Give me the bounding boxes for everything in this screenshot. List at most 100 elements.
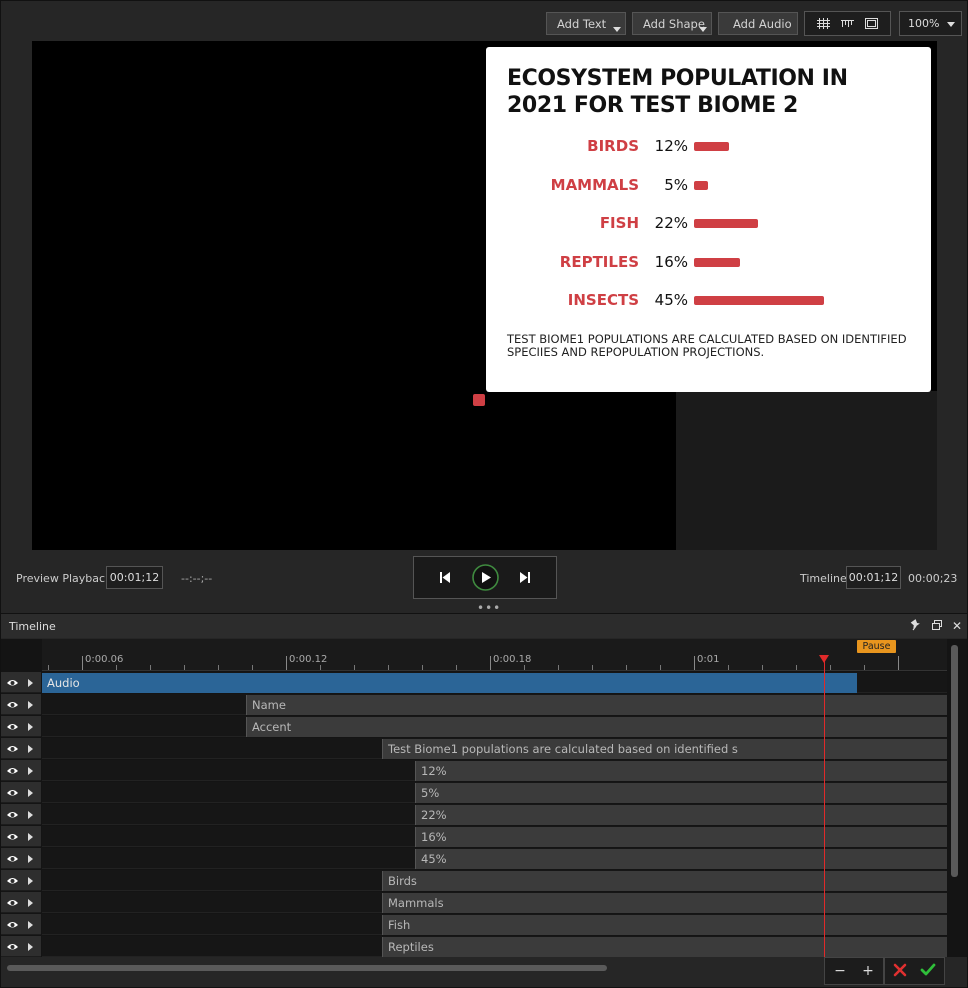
timeline-scroll-area [1,957,967,987]
row-label: REPTILES [559,253,639,271]
timeline-time-value: 00:01;12 [848,571,899,584]
timeline-track: Name [1,694,947,716]
preview-placeholder-time: --:--;-- [181,572,213,585]
track-lane: Fish [42,914,947,935]
add-audio-button[interactable]: Add Audio [718,12,798,35]
track-controls [1,760,41,781]
ruler-minor-tick [864,665,865,670]
ruler-minor-tick [150,665,151,670]
expand-arrow-icon[interactable] [28,701,33,709]
ruler-major-tick [694,656,695,670]
ruler-minor-tick [830,665,831,670]
close-icon[interactable]: ✕ [950,619,964,633]
play-icon [471,564,499,591]
track-controls [1,716,41,737]
layer-clip[interactable]: 45% [415,849,947,869]
card-row: INSECTS 45% [486,289,931,313]
layer-clip[interactable]: 22% [415,805,947,825]
selection-handle[interactable] [473,394,485,406]
row-bar [694,219,758,228]
chevron-down-icon [613,27,621,32]
skip-forward-icon [520,572,530,583]
grid-icon[interactable] [816,18,830,29]
panel-resize-handle[interactable]: ••• [477,602,501,614]
ruler-label: 0:01 [697,654,720,665]
ruler-icon[interactable] [840,19,854,28]
timeline-time-field[interactable]: 00:01;12 [846,566,901,589]
add-text-button[interactable]: Add Text [546,12,626,35]
visibility-eye-icon[interactable] [6,720,19,733]
row-percent: 45% [654,291,688,309]
timeline-duration: 00:00;23 [908,572,958,585]
ruler-label: 0:00.18 [493,654,532,665]
expand-arrow-icon[interactable] [28,723,33,731]
cancel-button[interactable] [892,963,908,979]
expand-arrow-icon[interactable] [28,745,33,753]
play-button[interactable] [470,557,500,598]
timeline-track: Accent [1,716,947,738]
visibility-eye-icon[interactable] [6,742,19,755]
visibility-eye-icon[interactable] [6,764,19,777]
expand-arrow-icon[interactable] [28,811,33,819]
zoom-out-button[interactable]: − [832,963,848,979]
visibility-eye-icon[interactable] [6,698,19,711]
layer-clip[interactable]: Reptiles [382,937,947,957]
infographic-card[interactable]: ECOSYSTEM POPULATION IN 2021 FOR TEST BI… [486,47,931,392]
expand-arrow-icon[interactable] [28,877,33,885]
audio-clip[interactable]: Audio [42,673,857,693]
timeline-ruler[interactable]: 0:00.06 0:00.12 0:00.18 0:01 [42,639,947,671]
chevron-down-icon [947,22,955,27]
expand-arrow-icon[interactable] [28,767,33,775]
expand-arrow-icon[interactable] [28,789,33,797]
visibility-eye-icon[interactable] [6,852,19,865]
preview-time-field[interactable]: 00:01;12 [106,566,163,589]
layer-clip[interactable]: 5% [415,783,947,803]
pause-marker[interactable]: Pause [857,640,896,653]
add-shape-button[interactable]: Add Shape [632,12,712,35]
row-percent: 16% [654,253,688,271]
layer-clip[interactable]: 12% [415,761,947,781]
layer-clip[interactable]: Accent [246,717,947,737]
ruler-minor-tick [558,665,559,670]
skip-forward-button[interactable] [514,557,536,598]
track-lane: Name [42,694,947,715]
safe-area-icon[interactable] [865,18,879,29]
track-lane: 45% [42,848,947,869]
timeline-track: Fish [1,914,947,936]
row-bar [694,181,708,190]
layer-clip[interactable]: Test Biome1 populations are calculated b… [382,739,947,759]
visibility-eye-icon[interactable] [6,874,19,887]
expand-arrow-icon[interactable] [28,899,33,907]
apply-button[interactable] [920,963,936,979]
float-window-icon[interactable] [930,619,944,633]
layer-clip[interactable]: Mammals [382,893,947,913]
track-lane: Accent [42,716,947,737]
zoom-in-button[interactable]: + [860,963,876,979]
visibility-eye-icon[interactable] [6,918,19,931]
layer-clip[interactable]: Birds [382,871,947,891]
visibility-eye-icon[interactable] [6,896,19,909]
expand-arrow-icon[interactable] [28,855,33,863]
timeline-vertical-scrollbar[interactable] [951,645,958,877]
visibility-eye-icon[interactable] [6,830,19,843]
ruler-minor-tick [388,665,389,670]
zoom-select[interactable]: 100% [899,11,962,36]
visibility-eye-icon[interactable] [6,676,19,689]
expand-arrow-icon[interactable] [28,943,33,951]
pin-icon[interactable] [909,619,923,633]
track-lane: Birds [42,870,947,891]
expand-arrow-icon[interactable] [28,921,33,929]
track-lane: Reptiles [42,936,947,957]
skip-back-button[interactable] [434,557,456,598]
layer-clip[interactable]: 16% [415,827,947,847]
visibility-eye-icon[interactable] [6,786,19,799]
visibility-eye-icon[interactable] [6,940,19,953]
expand-arrow-icon[interactable] [28,679,33,687]
expand-arrow-icon[interactable] [28,833,33,841]
preview-canvas[interactable]: ECOSYSTEM POPULATION IN 2021 FOR TEST BI… [32,41,937,550]
visibility-eye-icon[interactable] [6,808,19,821]
layer-clip[interactable]: Name [246,695,947,715]
timeline-horizontal-scrollbar[interactable] [7,965,607,971]
transport-controls [413,556,557,599]
layer-clip[interactable]: Fish [382,915,947,935]
